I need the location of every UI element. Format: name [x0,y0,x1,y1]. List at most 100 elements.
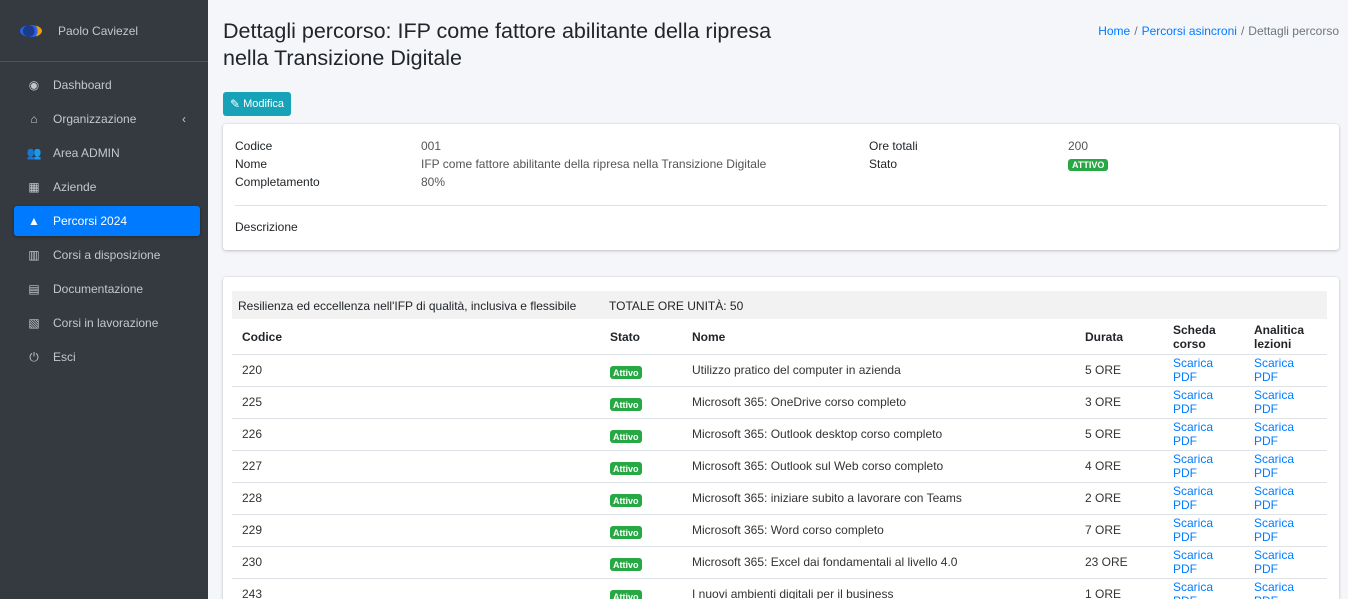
cell-nome: Utilizzo pratico del computer in azienda [692,363,901,377]
table-cell: Microsoft 365: OneDrive corso completo [682,385,1075,418]
sidebar-item-dashboard[interactable]: ◉ Dashboard [14,70,200,100]
status-badge: Attivo [610,493,642,507]
completamento-label: Completamento [235,175,320,189]
cell-nome: Microsoft 365: Excel dai fondamentali al… [692,555,958,569]
cell-codice: 243 [242,587,263,599]
status-badge: Attivo [610,429,642,443]
cell-nome: Microsoft 365: iniziare subito a lavorar… [692,491,962,505]
stato-value-wrap: ATTIVO [1068,157,1109,171]
cell-codice: 226 [242,427,263,441]
scheda-download-link[interactable]: Scarica PDF [1173,452,1213,480]
ore-totali-value: 200 [1068,139,1089,153]
sidebar-item-label: Organizzazione [53,112,137,126]
unit-header: Resilienza ed eccellenza nell'IFP di qua… [232,291,1327,319]
nome-label: Nome [235,157,268,171]
sidebar-item-area-admin[interactable]: 👥 Area ADMIN [14,138,200,168]
unit-title: Resilienza ed eccellenza nell'IFP di qua… [238,299,577,313]
analitica-download-link[interactable]: Scarica PDF [1254,548,1294,576]
sidebar-item-label: Percorsi 2024 [53,214,128,228]
table-cell: 227 [232,449,600,482]
status-badge: Attivo [610,461,642,475]
sidebar-item-label: Esci [53,350,76,364]
table-cell: Attivo [600,513,682,546]
scheda-download-link[interactable]: Scarica PDF [1173,356,1213,384]
bank-icon: ⌂ [30,112,38,126]
scheda-download-link[interactable]: Scarica PDF [1173,420,1213,448]
sidebar-item-documentazione[interactable]: ▤ Documentazione [14,274,200,304]
table-row: 225 Attivo Microsoft 365: OneDrive corso c… [232,385,1327,418]
codice-label: Codice [235,139,273,153]
table-cell: 225 [232,385,600,418]
table-row: 230 Attivo Microsoft 365: Excel dai fondam… [232,545,1327,578]
column-header-stato: Stato [610,330,640,345]
table-cell: Scarica PDF [1244,417,1327,450]
scheda-download-link[interactable]: Scarica PDF [1173,388,1213,416]
user-panel[interactable]: Paolo Caviezel [0,0,208,62]
cell-nome: Microsoft 365: Outlook desktop corso com… [692,427,943,441]
cell-nome: Microsoft 365: Word corso completo [692,523,884,537]
table-cell: 220 [232,353,600,386]
divider [235,205,1327,206]
table-cell: Scarica PDF [1244,481,1327,514]
cell-durata: 23 ORE [1085,555,1128,569]
table-header-row: Codice Stato Nome Durata Scheda corso An… [232,321,1327,354]
sidebar-item-corsi-a-disposizione[interactable]: ▥ Corsi a disposizione [14,240,200,270]
breadcrumb-home[interactable]: Home [1098,24,1130,38]
table-cell: Scarica PDF [1163,481,1244,514]
table-row: 220 Attivo Utilizzo pratico del computer i… [232,353,1327,386]
table-cell: Scarica PDF [1163,449,1244,482]
breadcrumb-current: Dettagli percorso [1248,24,1339,38]
table-cell: Microsoft 365: iniziare subito a lavorar… [682,481,1075,514]
completamento-value: 80% [421,175,446,189]
table-cell: Microsoft 365: Outlook desktop corso com… [682,417,1075,450]
cell-codice: 229 [242,523,263,537]
analitica-download-link[interactable]: Scarica PDF [1254,580,1294,599]
scheda-download-link[interactable]: Scarica PDF [1173,516,1213,544]
sidebar-item-aziende[interactable]: ▦ Aziende [14,172,200,202]
table-cell: Microsoft 365: Excel dai fondamentali al… [682,545,1075,578]
table-cell: Scarica PDF [1244,577,1327,599]
table-cell: 3 ORE [1075,385,1163,418]
analitica-download-link[interactable]: Scarica PDF [1254,516,1294,544]
sidebar-item-corsi-in-lavorazione[interactable]: ▧ Corsi in lavorazione [14,308,200,338]
excel-file-icon: ▧ [28,316,40,330]
edit-button[interactable]: ✎ Modifica [223,92,292,116]
sidebar-item-label: Area ADMIN [53,146,120,160]
table-cell: Attivo [600,545,682,578]
cell-durata: 3 ORE [1085,395,1122,409]
column-header-nome: Nome [692,330,726,345]
breadcrumb-percorsi[interactable]: Percorsi asincroni [1142,24,1237,38]
table-cell: Attivo [600,385,682,418]
sidebar-item-organizzazione[interactable]: ⌂ Organizzazione ‹ [14,104,200,134]
sidebar-item-esci[interactable]: ⏻ Esci [14,342,200,372]
codice-value: 001 [421,139,442,153]
analitica-download-link[interactable]: Scarica PDF [1254,452,1294,480]
user-avatar-icon [20,24,42,37]
building-icon: ▦ [28,180,40,194]
sidebar-item-label: Aziende [53,180,97,194]
cell-codice: 220 [242,363,263,377]
status-badge: Attivo [610,525,642,539]
cell-codice: 225 [242,395,263,409]
cell-codice: 228 [242,491,263,505]
table-cell: 229 [232,513,600,546]
analitica-download-link[interactable]: Scarica PDF [1254,420,1294,448]
details-card: Codice 001 Nome IFP come fattore abilita… [223,124,1339,250]
scheda-download-link[interactable]: Scarica PDF [1173,484,1213,512]
table-cell: Utilizzo pratico del computer in azienda [682,353,1075,386]
analitica-download-link[interactable]: Scarica PDF [1254,388,1294,416]
status-badge: Attivo [610,397,642,411]
courses-table: Codice Stato Nome Durata Scheda corso An… [232,321,1327,599]
book-icon: ▥ [28,248,40,262]
unit-total-hours: TOTALE ORE UNITÀ: 50 [609,299,744,313]
cell-durata: 2 ORE [1085,491,1122,505]
table-cell: 7 ORE [1075,513,1163,546]
scheda-download-link[interactable]: Scarica PDF [1173,580,1213,599]
cell-codice: 227 [242,459,263,473]
cell-codice: 230 [242,555,263,569]
analitica-download-link[interactable]: Scarica PDF [1254,356,1294,384]
analitica-download-link[interactable]: Scarica PDF [1254,484,1294,512]
scheda-download-link[interactable]: Scarica PDF [1173,548,1213,576]
sidebar-item-percorsi-2024[interactable]: ▲ Percorsi 2024 [14,206,200,236]
status-badge: Attivo [610,365,642,379]
